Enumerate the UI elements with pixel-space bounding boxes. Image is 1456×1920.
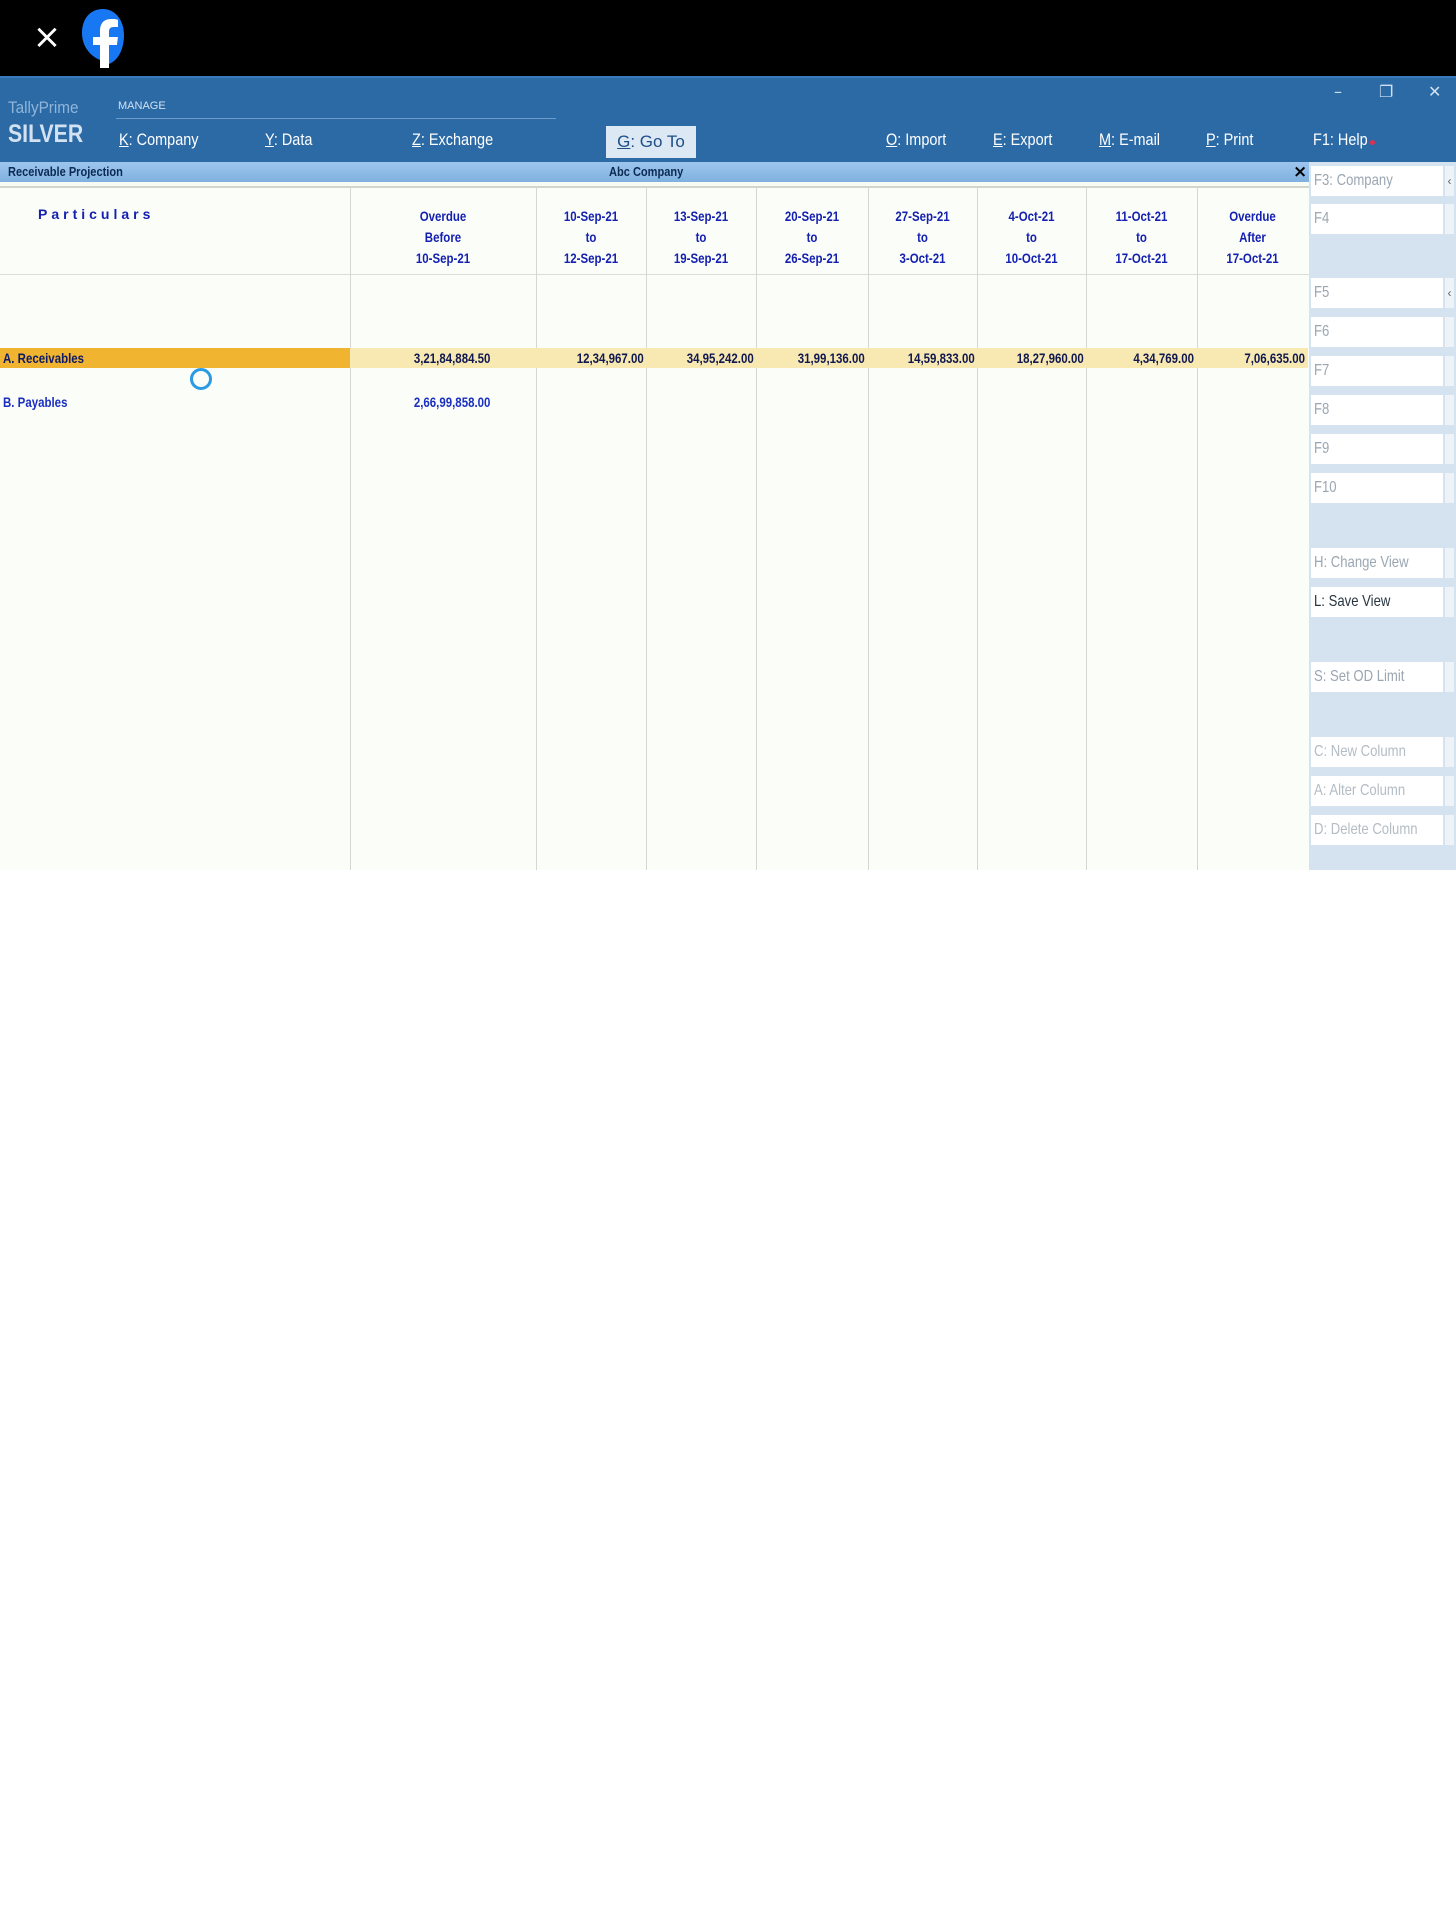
column-divider	[1197, 186, 1198, 870]
brand-name: TallyPrime	[8, 98, 79, 117]
minimize-icon[interactable]: –	[1334, 82, 1342, 101]
menu-email[interactable]: M: E-mail	[1099, 130, 1160, 150]
table-cell: 4,34,769.00	[1133, 350, 1194, 366]
particulars-header: Particulars	[38, 206, 155, 222]
alter-column-button[interactable]: A: Alter Column	[1311, 776, 1443, 806]
new-column-button[interactable]: C: New Column	[1311, 737, 1443, 767]
company-name: Abc Company	[609, 164, 684, 179]
button-expander: ‹	[1445, 278, 1454, 308]
button-expander	[1445, 662, 1454, 692]
button-expander	[1445, 815, 1454, 845]
report-table: Particulars Overdue Before 10-Sep-21 10-Se…	[0, 186, 1309, 870]
menu-help[interactable]: F1: Help	[1313, 130, 1368, 150]
column-header: Overdue After 17-Oct-21	[1226, 208, 1279, 266]
menu-section-divider	[116, 118, 556, 119]
column-header: 4-Oct-21 to 10-Oct-21	[1005, 208, 1058, 266]
table-cell: 31,99,136.00	[797, 350, 865, 366]
save-view-button[interactable]: L: Save View	[1311, 587, 1443, 617]
window-close-icon[interactable]: ✕	[1428, 82, 1441, 101]
column-divider	[350, 186, 351, 870]
button-expander	[1445, 473, 1454, 503]
menu-import[interactable]: O: Import	[886, 130, 946, 150]
restore-icon[interactable]: ❐	[1379, 82, 1393, 101]
menu-data[interactable]: Y: Data	[265, 130, 312, 150]
change-view-button[interactable]: H: Change View	[1311, 548, 1443, 578]
column-header: 13-Sep-21 to 19-Sep-21	[673, 208, 729, 266]
table-cell: 2,66,99,858.00	[413, 394, 490, 410]
menu-section-label: MANAGE	[118, 100, 166, 112]
table-cell: 18,27,960.00	[1016, 350, 1084, 366]
button-expander	[1445, 776, 1454, 806]
f5-button[interactable]: F5	[1311, 278, 1443, 308]
button-expander	[1445, 434, 1454, 464]
menu-print[interactable]: P: Print	[1206, 130, 1253, 150]
column-header: 20-Sep-21 to 26-Sep-21	[784, 208, 840, 266]
brand-edition: SILVER	[8, 120, 84, 148]
button-expander	[1445, 356, 1454, 386]
button-expander	[1445, 317, 1454, 347]
button-expander	[1445, 395, 1454, 425]
column-header: 11-Oct-21 to 17-Oct-21	[1115, 208, 1168, 266]
column-divider	[1086, 186, 1087, 870]
button-expander	[1445, 548, 1454, 578]
f7-button[interactable]: F7	[1311, 356, 1443, 386]
menu-export[interactable]: E: Export	[993, 130, 1052, 150]
column-divider	[868, 186, 869, 870]
button-bar: F3: Company ‹ F4 F5 ‹ F6 F7 F8 F9 F10 H:…	[1309, 162, 1456, 870]
set-od-limit-button[interactable]: S: Set OD Limit	[1311, 662, 1443, 692]
table-cell: 34,95,242.00	[686, 350, 754, 366]
button-expander	[1445, 737, 1454, 767]
menu-bar: TallyPrime SILVER MANAGE K: Company Y: D…	[0, 76, 1456, 164]
column-divider	[536, 186, 537, 870]
button-expander: ‹	[1445, 166, 1454, 196]
column-header: 27-Sep-21 to 3-Oct-21	[895, 208, 950, 266]
table-cell: 7,06,635.00	[1244, 350, 1305, 366]
help-indicator-dot	[1370, 140, 1375, 145]
f4-button[interactable]: F4	[1311, 204, 1443, 234]
column-divider	[646, 186, 647, 870]
tally-app-window: TallyPrime SILVER MANAGE K: Company Y: D…	[0, 76, 1456, 870]
delete-column-button[interactable]: D: Delete Column	[1311, 815, 1443, 845]
button-expander	[1445, 587, 1454, 617]
report-title-strip: Receivable Projection Abc Company ×	[0, 162, 1309, 182]
column-header: Overdue Before 10-Sep-21	[415, 208, 471, 266]
facebook-logo-icon	[82, 9, 124, 68]
menu-exchange[interactable]: Z: Exchange	[412, 130, 493, 150]
header-top-divider	[0, 186, 1309, 188]
f6-button[interactable]: F6	[1311, 317, 1443, 347]
f10-button[interactable]: F10	[1311, 473, 1443, 503]
viewer-top-bar: ×	[0, 0, 1456, 76]
table-cell: 12,34,967.00	[576, 350, 644, 366]
table-cell: 3,21,84,884.50	[413, 350, 490, 366]
close-icon[interactable]: ×	[30, 20, 64, 54]
menu-company[interactable]: K: Company	[119, 130, 199, 150]
header-bottom-divider	[0, 274, 1309, 275]
menu-goto-button[interactable]: G: Go To	[606, 126, 696, 158]
cursor-indicator-icon	[190, 368, 212, 390]
row-receivables-label[interactable]: A. Receivables	[3, 350, 84, 366]
f9-button[interactable]: F9	[1311, 434, 1443, 464]
column-divider	[977, 186, 978, 870]
f8-button[interactable]: F8	[1311, 395, 1443, 425]
column-header: 10-Sep-21 to 12-Sep-21	[563, 208, 619, 266]
report-title: Receivable Projection	[8, 164, 123, 179]
report-close-icon[interactable]: ×	[1293, 162, 1307, 182]
table-cell: 14,59,833.00	[907, 350, 975, 366]
button-expander	[1445, 204, 1454, 234]
row-payables-label[interactable]: B. Payables	[3, 394, 67, 410]
column-divider	[756, 186, 757, 870]
f3-company-button[interactable]: F3: Company	[1311, 166, 1443, 196]
